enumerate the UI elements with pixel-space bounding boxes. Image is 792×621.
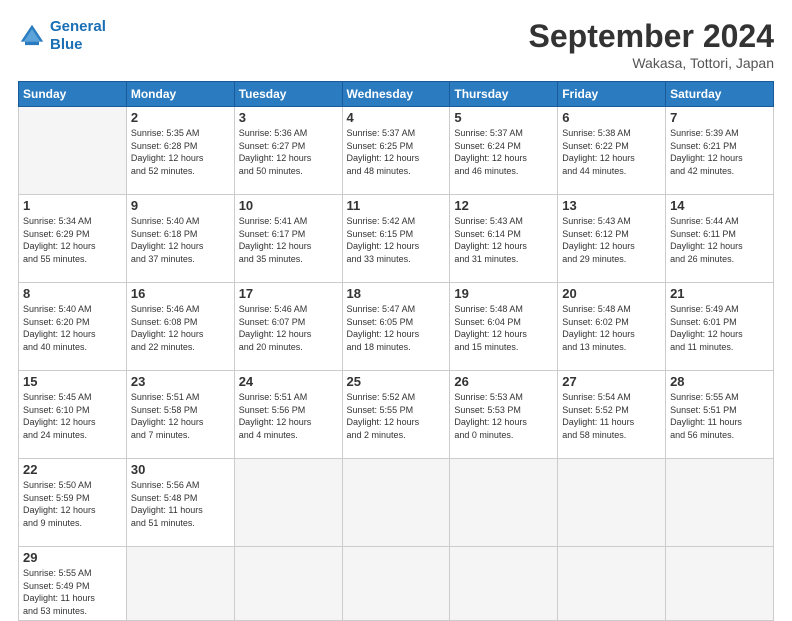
- table-row: 19Sunrise: 5:48 AMSunset: 6:04 PMDayligh…: [450, 283, 558, 371]
- col-sunday: Sunday: [19, 82, 127, 107]
- table-row: 28Sunrise: 5:55 AMSunset: 5:51 PMDayligh…: [666, 371, 774, 459]
- table-row: 15Sunrise: 5:45 AMSunset: 6:10 PMDayligh…: [19, 371, 127, 459]
- empty-cell: [558, 547, 666, 621]
- table-row: 29Sunrise: 5:55 AMSunset: 5:49 PMDayligh…: [19, 547, 127, 621]
- calendar-row: 1Sunrise: 5:34 AMSunset: 6:29 PMDaylight…: [19, 195, 774, 283]
- location: Wakasa, Tottori, Japan: [529, 55, 774, 71]
- col-saturday: Saturday: [666, 82, 774, 107]
- table-row: 18Sunrise: 5:47 AMSunset: 6:05 PMDayligh…: [342, 283, 450, 371]
- col-thursday: Thursday: [450, 82, 558, 107]
- table-row: 1Sunrise: 5:34 AMSunset: 6:29 PMDaylight…: [19, 195, 127, 283]
- calendar-row: 15Sunrise: 5:45 AMSunset: 6:10 PMDayligh…: [19, 371, 774, 459]
- table-row: 26Sunrise: 5:53 AMSunset: 5:53 PMDayligh…: [450, 371, 558, 459]
- col-monday: Monday: [126, 82, 234, 107]
- table-row: 20Sunrise: 5:48 AMSunset: 6:02 PMDayligh…: [558, 283, 666, 371]
- empty-cell: [666, 459, 774, 547]
- page: General Blue September 2024 Wakasa, Tott…: [0, 0, 792, 612]
- calendar-header-row: Sunday Monday Tuesday Wednesday Thursday…: [19, 82, 774, 107]
- table-row: 27Sunrise: 5:54 AMSunset: 5:52 PMDayligh…: [558, 371, 666, 459]
- empty-cell: [450, 459, 558, 547]
- table-row: 6Sunrise: 5:38 AMSunset: 6:22 PMDaylight…: [558, 107, 666, 195]
- table-row: 17Sunrise: 5:46 AMSunset: 6:07 PMDayligh…: [234, 283, 342, 371]
- empty-cell: [666, 547, 774, 621]
- col-wednesday: Wednesday: [342, 82, 450, 107]
- table-row: 2Sunrise: 5:35 AMSunset: 6:28 PMDaylight…: [126, 107, 234, 195]
- empty-cell: [558, 459, 666, 547]
- empty-cell: [450, 547, 558, 621]
- empty-cell: [342, 459, 450, 547]
- table-row: 7Sunrise: 5:39 AMSunset: 6:21 PMDaylight…: [666, 107, 774, 195]
- col-friday: Friday: [558, 82, 666, 107]
- empty-cell: [234, 547, 342, 621]
- calendar-row: 29Sunrise: 5:55 AMSunset: 5:49 PMDayligh…: [19, 547, 774, 621]
- logo: General Blue: [18, 18, 106, 54]
- empty-cell: [234, 459, 342, 547]
- table-row: 8Sunrise: 5:40 AMSunset: 6:20 PMDaylight…: [19, 283, 127, 371]
- table-row: 30Sunrise: 5:56 AMSunset: 5:48 PMDayligh…: [126, 459, 234, 547]
- table-row: 24Sunrise: 5:51 AMSunset: 5:56 PMDayligh…: [234, 371, 342, 459]
- table-row: 25Sunrise: 5:52 AMSunset: 5:55 PMDayligh…: [342, 371, 450, 459]
- table-row: 4Sunrise: 5:37 AMSunset: 6:25 PMDaylight…: [342, 107, 450, 195]
- table-row: 22Sunrise: 5:50 AMSunset: 5:59 PMDayligh…: [19, 459, 127, 547]
- logo-icon: [18, 22, 46, 50]
- calendar-row: 8Sunrise: 5:40 AMSunset: 6:20 PMDaylight…: [19, 283, 774, 371]
- table-row: 10Sunrise: 5:41 AMSunset: 6:17 PMDayligh…: [234, 195, 342, 283]
- table-row: 23Sunrise: 5:51 AMSunset: 5:58 PMDayligh…: [126, 371, 234, 459]
- table-row: 9Sunrise: 5:40 AMSunset: 6:18 PMDaylight…: [126, 195, 234, 283]
- table-row: 16Sunrise: 5:46 AMSunset: 6:08 PMDayligh…: [126, 283, 234, 371]
- table-row: 11Sunrise: 5:42 AMSunset: 6:15 PMDayligh…: [342, 195, 450, 283]
- title-block: September 2024 Wakasa, Tottori, Japan: [529, 18, 774, 71]
- table-row: 13Sunrise: 5:43 AMSunset: 6:12 PMDayligh…: [558, 195, 666, 283]
- table-row: 14Sunrise: 5:44 AMSunset: 6:11 PMDayligh…: [666, 195, 774, 283]
- calendar-row: 2Sunrise: 5:35 AMSunset: 6:28 PMDaylight…: [19, 107, 774, 195]
- col-tuesday: Tuesday: [234, 82, 342, 107]
- calendar-row: 22Sunrise: 5:50 AMSunset: 5:59 PMDayligh…: [19, 459, 774, 547]
- logo-blue: Blue: [50, 36, 83, 53]
- month-title: September 2024: [529, 18, 774, 55]
- empty-cell: [342, 547, 450, 621]
- calendar-table: Sunday Monday Tuesday Wednesday Thursday…: [18, 81, 774, 621]
- table-row: 5Sunrise: 5:37 AMSunset: 6:24 PMDaylight…: [450, 107, 558, 195]
- table-row: 21Sunrise: 5:49 AMSunset: 6:01 PMDayligh…: [666, 283, 774, 371]
- table-row: 12Sunrise: 5:43 AMSunset: 6:14 PMDayligh…: [450, 195, 558, 283]
- logo-general: General: [50, 18, 106, 35]
- empty-cell: [19, 107, 127, 195]
- header: General Blue September 2024 Wakasa, Tott…: [18, 18, 774, 71]
- table-row: 3Sunrise: 5:36 AMSunset: 6:27 PMDaylight…: [234, 107, 342, 195]
- empty-cell: [126, 547, 234, 621]
- logo-text: General Blue: [50, 18, 106, 54]
